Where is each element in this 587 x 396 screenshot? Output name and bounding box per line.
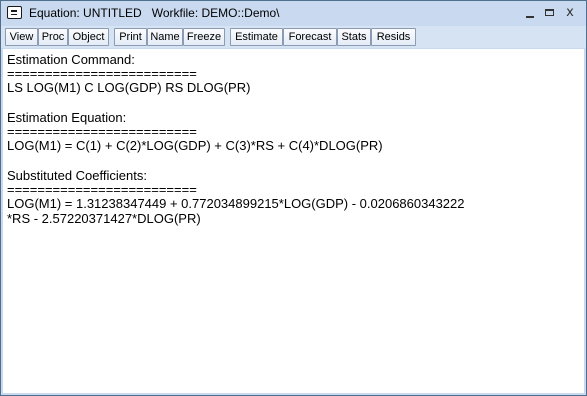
close-icon: x [566, 5, 574, 20]
command-rule: ========================= [7, 66, 197, 81]
title-workfile: Workfile: DEMO::Demo\ [151, 6, 280, 20]
toolbar: View Proc Object Print Name Freeze Estim… [1, 26, 586, 48]
close-button[interactable]: x [561, 3, 579, 23]
freeze-button[interactable]: Freeze [183, 28, 225, 46]
equation-output[interactable]: Estimation Command: ====================… [3, 49, 584, 393]
estimation-equation: LOG(M1) = C(1) + C(2)*LOG(GDP) + C(3)*RS… [7, 138, 383, 153]
equation-heading: Estimation Equation: [7, 110, 127, 125]
system-menu-icon[interactable] [7, 6, 22, 19]
title-bar[interactable]: Equation: UNTITLED Workfile: DEMO::Demo\ … [1, 1, 586, 26]
substituted-rule: ========================= [7, 182, 197, 197]
stats-button[interactable]: Stats [337, 28, 371, 46]
minimize-button[interactable] [521, 3, 539, 23]
estimate-button[interactable]: Estimate [230, 28, 283, 46]
command-heading: Estimation Command: [7, 52, 135, 67]
title-object: Equation: UNTITLED [29, 6, 142, 20]
resids-button[interactable]: Resids [371, 28, 416, 46]
substituted-heading: Substituted Coefficients: [7, 168, 147, 183]
equation-rule: ========================= [7, 124, 197, 139]
minimize-icon [526, 16, 534, 18]
substituted-equation-line-2: *RS - 2.57220371427*DLOG(PR) [7, 211, 201, 226]
proc-button[interactable]: Proc [38, 28, 68, 46]
maximize-button[interactable] [541, 3, 559, 23]
object-button[interactable]: Object [68, 28, 109, 46]
substituted-equation-line-1: LOG(M1) = 1.31238347449 + 0.772034899215… [7, 196, 465, 211]
view-button[interactable]: View [5, 28, 38, 46]
forecast-button[interactable]: Forecast [283, 28, 337, 46]
equation-window: Equation: UNTITLED Workfile: DEMO::Demo\ … [0, 0, 587, 396]
estimation-command: LS LOG(M1) C LOG(GDP) RS DLOG(PR) [7, 80, 251, 95]
name-button[interactable]: Name [147, 28, 183, 46]
maximize-icon [545, 9, 554, 16]
print-button[interactable]: Print [114, 28, 147, 46]
window-title: Equation: UNTITLED Workfile: DEMO::Demo\ [29, 6, 280, 20]
